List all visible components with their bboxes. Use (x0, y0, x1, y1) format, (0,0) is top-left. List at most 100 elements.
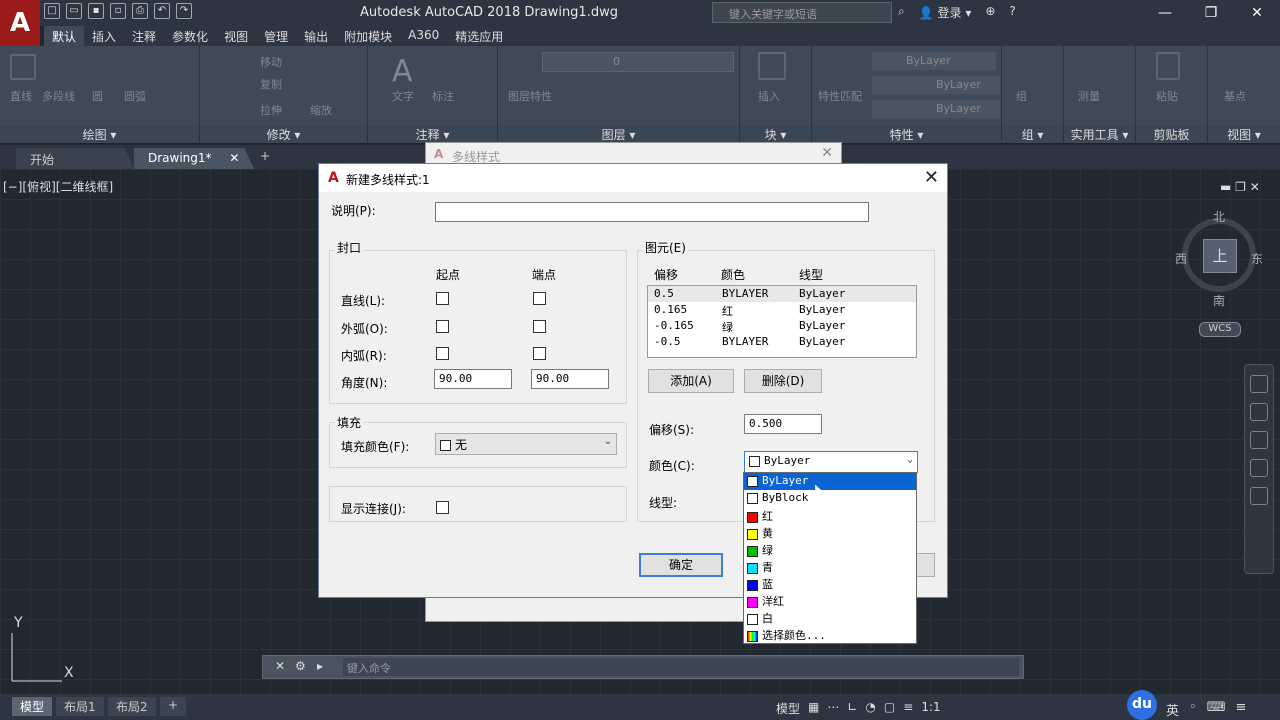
modify-item-copy[interactable]: 复制 (260, 76, 282, 92)
tab-featured-apps[interactable]: 精选应用 (447, 26, 511, 46)
color-option-select-color[interactable]: 选择颜色... (744, 626, 916, 643)
tab-insert[interactable]: 插入 (84, 26, 124, 46)
new-file-icon[interactable]: □ (44, 3, 60, 19)
draw-item-line[interactable]: 直线 (10, 88, 32, 104)
color-option-magenta[interactable]: 洋红 (744, 592, 916, 609)
ime-menu-icon[interactable]: ≡ (1235, 700, 1246, 719)
color-select[interactable]: ByLayer ⌄ (744, 451, 918, 473)
angle-start-input[interactable]: 90.00 (434, 369, 512, 389)
orbit-icon[interactable] (1250, 459, 1268, 477)
viewport-window-controls[interactable]: ▬ ❐ ✕ (1220, 180, 1260, 194)
draw-panel-title[interactable]: 绘图 ▾ (0, 126, 199, 142)
model-space-button[interactable]: 模型 (776, 700, 800, 717)
restore-button[interactable]: ❐ (1188, 0, 1234, 26)
description-input[interactable] (435, 202, 869, 222)
ok-button[interactable]: 确定 (639, 553, 723, 577)
draw-item-circle[interactable]: 圆 (92, 88, 103, 104)
layer-panel-title[interactable]: 图层 ▾ (498, 126, 739, 142)
modify-panel-title[interactable]: 修改 ▾ (200, 126, 367, 142)
new-tab-button[interactable]: + (260, 149, 270, 163)
delete-element-button[interactable]: 删除(D) (744, 369, 822, 393)
measure-label[interactable]: 测量 (1078, 88, 1100, 104)
viewcube-east[interactable]: 东 (1251, 250, 1263, 267)
snap-icon[interactable]: ⋯ (827, 700, 839, 717)
color-option-white[interactable]: 白 (744, 609, 916, 626)
viewcube-west[interactable]: 西 (1175, 250, 1187, 267)
open-file-icon[interactable]: ▭ (66, 3, 82, 19)
group-label[interactable]: 组 (1016, 88, 1027, 104)
utilities-panel-title[interactable]: 实用工具 ▾ (1064, 126, 1135, 142)
close-button[interactable]: ✕ (1234, 0, 1280, 26)
layer-dropdown[interactable]: 0 (542, 52, 734, 72)
cart-icon[interactable]: ⊕ (985, 4, 995, 21)
minimize-button[interactable]: — (1142, 0, 1188, 26)
outer-arc-start-checkbox[interactable] (436, 320, 449, 333)
tab-annotate[interactable]: 注释 (124, 26, 164, 46)
draw-item-arc[interactable]: 圆弧 (124, 88, 146, 104)
layout-tab-add[interactable]: + (160, 697, 187, 716)
color-option-yellow[interactable]: 黄 (744, 524, 916, 541)
viewport-controls[interactable]: [−][俯视][二维线框] (3, 178, 113, 195)
ime-language-toggle[interactable]: 英 (1166, 700, 1179, 719)
fill-color-select[interactable]: 无 ⌄ (435, 433, 617, 455)
element-row[interactable]: 0.165 红 ByLayer (648, 302, 916, 318)
undo-icon[interactable]: ↶ (154, 3, 170, 19)
annotation-item-text[interactable]: 文字 (392, 88, 414, 104)
annotation-panel-title[interactable]: 注释 ▾ (368, 126, 497, 142)
element-row[interactable]: -0.5 BYLAYER ByLayer (648, 334, 916, 350)
color-option-red[interactable]: 红 (744, 507, 916, 524)
tab-default[interactable]: 默认 (44, 26, 85, 46)
doc-tab-drawing1[interactable]: Drawing1* ✕ (134, 148, 254, 169)
match-properties-label[interactable]: 特性匹配 (818, 88, 862, 104)
color-option-cyan[interactable]: 青 (744, 558, 916, 575)
viewcube-south[interactable]: 南 (1213, 292, 1225, 309)
command-input[interactable]: 键入命令 (343, 658, 1019, 676)
lineweight-icon[interactable]: ≡ (903, 700, 913, 717)
command-prompt-icon[interactable]: ▸ (317, 659, 323, 673)
text-tool-icon[interactable]: A (392, 54, 413, 89)
element-row[interactable]: -0.165 绿 ByLayer (648, 318, 916, 334)
color-option-green[interactable]: 绿 (744, 541, 916, 558)
modify-item-scale[interactable]: 缩放 (310, 102, 332, 118)
layout-tab-layout2[interactable]: 布局2 (108, 697, 156, 716)
showmotion-icon[interactable] (1250, 487, 1268, 505)
tab-addins[interactable]: 附加模块 (336, 26, 400, 46)
tab-manage[interactable]: 管理 (256, 26, 296, 46)
paste-label[interactable]: 粘贴 (1156, 88, 1178, 104)
annotation-scale-button[interactable]: 1:1 (921, 700, 940, 717)
line-end-checkbox[interactable] (533, 292, 546, 305)
color-option-blue[interactable]: 蓝 (744, 575, 916, 592)
offset-input[interactable]: 0.500 (744, 414, 822, 434)
outer-arc-end-checkbox[interactable] (533, 320, 546, 333)
add-element-button[interactable]: 添加(A) (648, 369, 734, 393)
close-tab-icon[interactable]: ✕ (229, 151, 239, 165)
polar-icon[interactable]: ◔ (865, 700, 875, 717)
element-row[interactable]: 0.5 BYLAYER ByLayer (648, 286, 916, 302)
zoom-extents-icon[interactable] (1250, 431, 1268, 449)
block-insert-label[interactable]: 插入 (758, 88, 780, 104)
redo-icon[interactable]: ↷ (176, 3, 192, 19)
dialog-close-icon[interactable]: ✕ (924, 167, 939, 188)
tab-parametric[interactable]: 参数化 (164, 26, 216, 46)
insert-block-icon[interactable] (758, 52, 786, 80)
signin-button[interactable]: 👤 登录 ▾ (919, 4, 972, 21)
wcs-menu[interactable]: WCS (1199, 322, 1241, 337)
doc-tab-start[interactable]: 开始 (16, 148, 134, 169)
layout-tab-layout1[interactable]: 布局1 (56, 697, 104, 716)
inner-arc-end-checkbox[interactable] (533, 347, 546, 360)
modify-item-move[interactable]: 移动 (260, 54, 282, 70)
color-option-byblock[interactable]: ByBlock (744, 490, 916, 507)
tab-a360[interactable]: A360 (400, 26, 447, 46)
elements-list[interactable]: 0.5 BYLAYER ByLayer 0.165 红 ByLayer -0.1… (647, 285, 917, 358)
layer-properties-label[interactable]: 图层特性 (508, 88, 552, 104)
pan-icon[interactable] (1250, 403, 1268, 421)
properties-panel-title[interactable]: 特性 ▾ (812, 126, 1001, 142)
paste-icon[interactable] (1156, 52, 1180, 80)
steering-wheel-icon[interactable] (1250, 375, 1268, 393)
osnap-icon[interactable]: ▢ (884, 700, 895, 717)
print-icon[interactable]: ⎙ (132, 3, 148, 19)
block-panel-title[interactable]: 块 ▾ (740, 126, 811, 142)
ortho-icon[interactable]: ∟ (847, 700, 857, 717)
save-as-icon[interactable]: ▫ (110, 3, 126, 19)
group-panel-title[interactable]: 组 ▾ (1002, 126, 1063, 142)
